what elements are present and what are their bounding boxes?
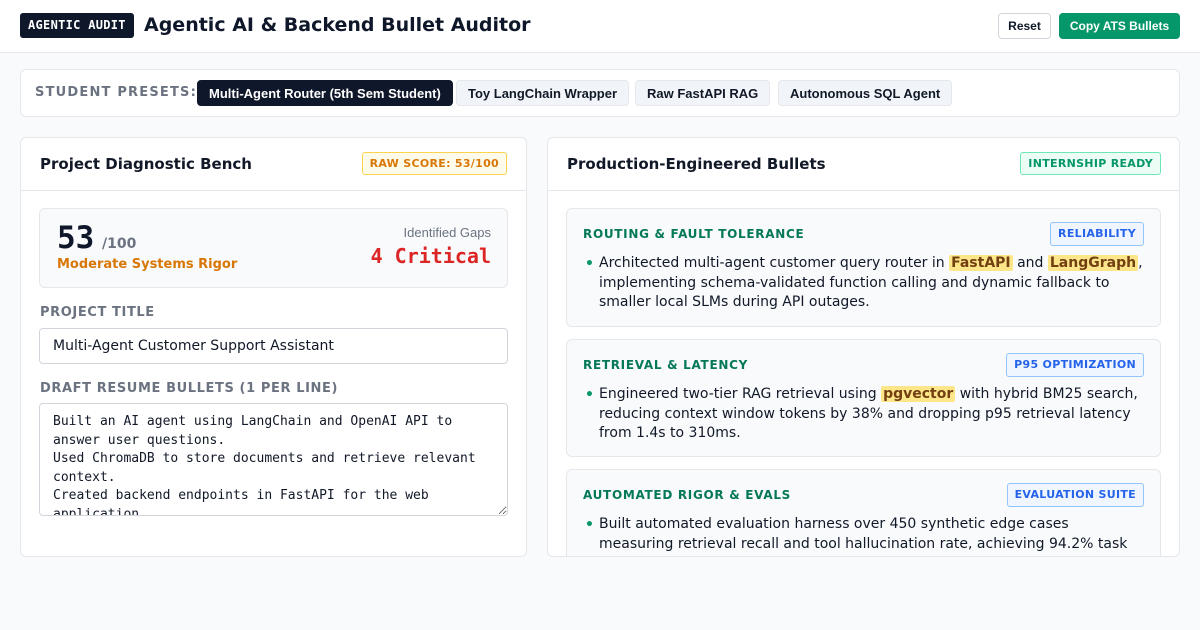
diagnostic-bench-panel: Project Diagnostic Bench RAW SCORE: 53/1… bbox=[20, 137, 527, 557]
draft-bullets-label: DRAFT RESUME BULLETS (1 PER LINE) bbox=[40, 381, 339, 396]
presets-label: STUDENT PRESETS: bbox=[35, 85, 198, 100]
score-max: /100 bbox=[102, 236, 137, 252]
bullet-text: Built automated evaluation harness over … bbox=[599, 515, 1147, 556]
bullet-card: ROUTING & FAULT TOLERANCE RELIABILITY • … bbox=[566, 208, 1161, 327]
diagnostic-bench-header: Project Diagnostic Bench RAW SCORE: 53/1… bbox=[21, 138, 526, 191]
bullet-dot-icon: • bbox=[585, 517, 594, 533]
top-bar: AGENTIC AUDIT Agentic AI & Backend Bulle… bbox=[0, 0, 1200, 53]
bullet-card-heading: ROUTING & FAULT TOLERANCE bbox=[583, 227, 805, 241]
project-title-label: PROJECT TITLE bbox=[40, 305, 155, 320]
engineered-bullets-title: Production-Engineered Bullets bbox=[567, 155, 826, 173]
engineered-bullets-header: Production-Engineered Bullets INTERNSHIP… bbox=[548, 138, 1179, 191]
bullet-card: RETRIEVAL & LATENCY P95 OPTIMIZATION • E… bbox=[566, 339, 1161, 457]
bullet-text-segment: Engineered two-tier RAG retrieval using bbox=[599, 386, 882, 402]
preset-raw-fastapi-rag[interactable]: Raw FastAPI RAG bbox=[635, 80, 771, 106]
bullet-text-segment: and bbox=[1012, 255, 1048, 271]
copy-ats-bullets-button[interactable]: Copy ATS Bullets bbox=[1059, 13, 1180, 39]
bullet-text: Architected multi-agent customer query r… bbox=[599, 254, 1147, 313]
draft-bullets-textarea[interactable]: Built an AI agent using LangChain and Op… bbox=[39, 403, 508, 516]
highlighted-keyword: FastAPI bbox=[949, 255, 1013, 271]
preset-autonomous-sql-agent[interactable]: Autonomous SQL Agent bbox=[778, 80, 953, 106]
bullet-card: AUTOMATED RIGOR & EVALS EVALUATION SUITE… bbox=[566, 469, 1161, 556]
highlighted-keyword: LangGraph bbox=[1047, 255, 1139, 271]
internship-ready-badge: INTERNSHIP READY bbox=[1020, 152, 1161, 175]
bullet-text: Engineered two-tier RAG retrieval using … bbox=[599, 385, 1147, 444]
reset-button[interactable]: Reset bbox=[998, 13, 1051, 39]
identified-gaps-value: 4 Critical bbox=[370, 244, 491, 268]
bullet-card-heading: RETRIEVAL & LATENCY bbox=[583, 358, 748, 372]
preset-toy-langchain-wrapper[interactable]: Toy LangChain Wrapper bbox=[456, 80, 630, 106]
rigor-label: Moderate Systems Rigor bbox=[57, 257, 238, 272]
bullet-dot-icon: • bbox=[585, 256, 594, 272]
bullet-card-tag: RELIABILITY bbox=[1050, 222, 1144, 246]
app-title: Agentic AI & Backend Bullet Auditor bbox=[144, 14, 531, 36]
diagnostic-bench-title: Project Diagnostic Bench bbox=[40, 155, 252, 173]
identified-gaps-label: Identified Gaps bbox=[403, 225, 491, 240]
bullet-card-tag: EVALUATION SUITE bbox=[1006, 483, 1144, 507]
bullet-dot-icon: • bbox=[585, 387, 594, 403]
project-title-input[interactable] bbox=[39, 328, 508, 364]
bullet-card-tag: P95 OPTIMIZATION bbox=[1006, 353, 1144, 377]
brand-badge: AGENTIC AUDIT bbox=[20, 13, 134, 38]
raw-score-badge: RAW SCORE: 53/100 bbox=[361, 152, 507, 175]
preset-multi-agent-router[interactable]: Multi-Agent Router (5th Sem Student) bbox=[197, 80, 453, 106]
bullet-card-heading: AUTOMATED RIGOR & EVALS bbox=[583, 488, 792, 502]
bullet-text-segment: Architected multi-agent customer query r… bbox=[599, 255, 950, 271]
highlighted-keyword: pgvector bbox=[881, 386, 956, 402]
score-card: 53 /100 Moderate Systems Rigor Identifie… bbox=[39, 208, 508, 288]
engineered-bullets-panel: Production-Engineered Bullets INTERNSHIP… bbox=[547, 137, 1180, 557]
student-presets-bar: STUDENT PRESETS: Multi-Agent Router (5th… bbox=[20, 69, 1180, 117]
score-value: 53 bbox=[57, 220, 95, 256]
bullet-text-segment: Built automated evaluation harness over … bbox=[599, 516, 1128, 556]
